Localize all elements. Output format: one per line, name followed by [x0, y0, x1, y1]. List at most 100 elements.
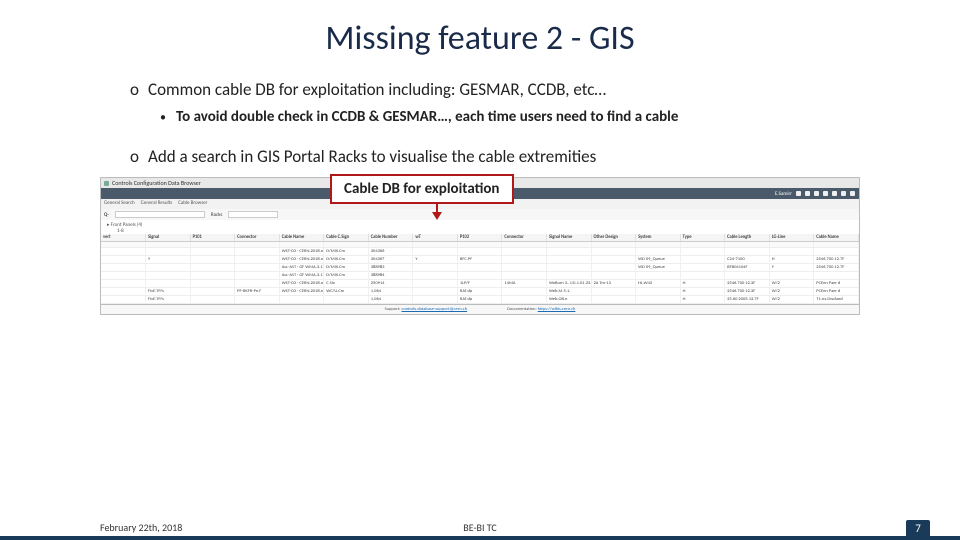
table-row[interactable]: YWST-CO · CERN.2018.nD/MIX.Cm304367YBFC.… [101, 256, 859, 264]
bullet-2: o Add a search in GIS Portal Racks to vi… [130, 146, 900, 167]
table-cell [324, 296, 369, 304]
table-cell: WST-CO · CERN.2018.n [279, 280, 324, 288]
slide-footer: February 22th, 2018 BE-BI TC 7 [0, 518, 960, 540]
table-cell [101, 296, 146, 304]
content-area: o Common cable DB for exploitation inclu… [130, 79, 900, 167]
table-row[interactable]: Asc-AST · GF WMA.3.12.FD/MIX.Cm388984 [101, 272, 859, 280]
tab-general-search[interactable]: General Search [104, 200, 135, 208]
table-cell: WST-CO · CERN.2018.n [279, 288, 324, 296]
col-header[interactable]: Other Design [591, 234, 636, 242]
table-cell: W/2 [769, 296, 814, 304]
table-cell [725, 248, 770, 256]
col-header[interactable]: Cable C.Sign [324, 234, 369, 242]
footer-bar [0, 536, 960, 540]
col-header[interactable]: vert [101, 234, 146, 242]
table-cell [680, 248, 725, 256]
support-link[interactable]: controls.database-support@cern.ch [401, 307, 467, 312]
table-cell: D/MIX.Cm [324, 272, 369, 280]
toolbar-right: E.Samirr [775, 191, 855, 197]
app-footer-links: Support: controls.database-support@cern.… [100, 305, 860, 315]
table-cell: 388984 [368, 272, 413, 280]
table-cell: 1LP/F [457, 280, 502, 288]
table-row[interactable]: WST-CO · CERN.2018.nC.Six250914 1LP/F14MA… [101, 280, 859, 288]
col-header[interactable]: Type [680, 234, 725, 242]
table-cell [190, 248, 235, 256]
col-header[interactable]: System [636, 234, 681, 242]
col-header[interactable]: Cable Name [814, 234, 859, 242]
table-row[interactable]: FivE.TP/sPF-RKFR-Pe.FWST-CO · CERN.2018.… [101, 288, 859, 296]
callout-label: Cable DB for exploitation [330, 174, 514, 204]
table-cell: W/2 [769, 280, 814, 288]
table-cell: PCEen Paer d [814, 288, 859, 296]
table-row[interactable]: WST-CO · CERN.2018.nD/MIX.Cm304366 [101, 248, 859, 256]
table-cell [546, 256, 591, 264]
col-header[interactable]: P102 [457, 234, 502, 242]
table-cell [457, 264, 502, 272]
gear-icon [823, 191, 828, 196]
col-header[interactable]: Cable Name [279, 234, 324, 242]
col-header[interactable]: Connector [502, 234, 547, 242]
table-row[interactable]: FivE.TP/s1,064RAT.dpWeb.OB.nH25.60 2005.… [101, 296, 859, 304]
col-header[interactable]: P101 [190, 234, 235, 242]
table-cell [235, 296, 280, 304]
col-header[interactable]: LG-Line [769, 234, 814, 242]
table-cell: WD 09_Queue [636, 256, 681, 264]
table-row[interactable]: Asc-AST · GF WMA.3.12.FD/MIX.Cm388983WD … [101, 264, 859, 272]
support-block: Support: controls.database-support@cern.… [385, 307, 468, 312]
doc-label: Documentation: [507, 307, 537, 312]
tab-cable-browser[interactable]: Cable Browser [178, 200, 207, 208]
col-header[interactable]: Signal [146, 234, 191, 242]
table-cell [101, 272, 146, 280]
table-cell [636, 248, 681, 256]
doc-link[interactable]: https://wikis.cern.ch [538, 307, 576, 312]
table-cell [502, 256, 547, 264]
col-header[interactable]: Connector [235, 234, 280, 242]
table-cell [190, 296, 235, 304]
table-cell: 250914 [368, 280, 413, 288]
table-cell [413, 248, 458, 256]
table-cell: C.Six [324, 280, 369, 288]
table-cell [636, 296, 681, 304]
table-cell: D/MIX.Cm [324, 264, 369, 272]
tab-general-results[interactable]: General Results [141, 200, 173, 208]
table-cell [146, 280, 191, 288]
table-cell [101, 280, 146, 288]
table-cell [235, 264, 280, 272]
table-cell: W/2 [769, 288, 814, 296]
table-cell: 1,064 [368, 296, 413, 304]
table-cell [814, 272, 859, 280]
table-cell [413, 296, 458, 304]
table-cell: T1.na Dwdand [814, 296, 859, 304]
table-cell [769, 248, 814, 256]
table-cell [680, 264, 725, 272]
search-input[interactable] [115, 211, 205, 218]
slide-title: Missing feature 2 - GIS [0, 0, 960, 79]
racks-input[interactable] [228, 211, 278, 218]
table-cell: C24-7100 [725, 256, 770, 264]
table-cell: 2546.700 12.7F [814, 256, 859, 264]
bullet-2-text: Add a search in GIS Portal Racks to visu… [148, 146, 596, 167]
table-cell [591, 296, 636, 304]
col-header[interactable]: wT [413, 234, 458, 242]
table-cell: 14MA [502, 280, 547, 288]
table-cell [146, 264, 191, 272]
table-cell: PF-RKFR-Pe.F [235, 288, 280, 296]
table-cell: PCEen Paer d [814, 280, 859, 288]
table-cell [190, 256, 235, 264]
table-cell: Asc-AST · GF WMA.3.12.F [279, 272, 324, 280]
table-cell [235, 272, 280, 280]
col-header[interactable]: Signal Name [546, 234, 591, 242]
col-header[interactable]: Cable Length [725, 234, 770, 242]
table-cell [502, 264, 547, 272]
table-header-row: vertSignalP101ConnectorCable NameCable C… [101, 234, 859, 242]
footer-center: BE-BI TC [0, 521, 960, 534]
table-cell [591, 288, 636, 296]
table-cell: HL.W43 [636, 280, 681, 288]
table-cell [591, 272, 636, 280]
table-cell [636, 288, 681, 296]
table-cell [502, 288, 547, 296]
col-header[interactable]: Cable Number [368, 234, 413, 242]
table-cell [502, 272, 547, 280]
table-cell [591, 264, 636, 272]
table-cell [235, 280, 280, 288]
